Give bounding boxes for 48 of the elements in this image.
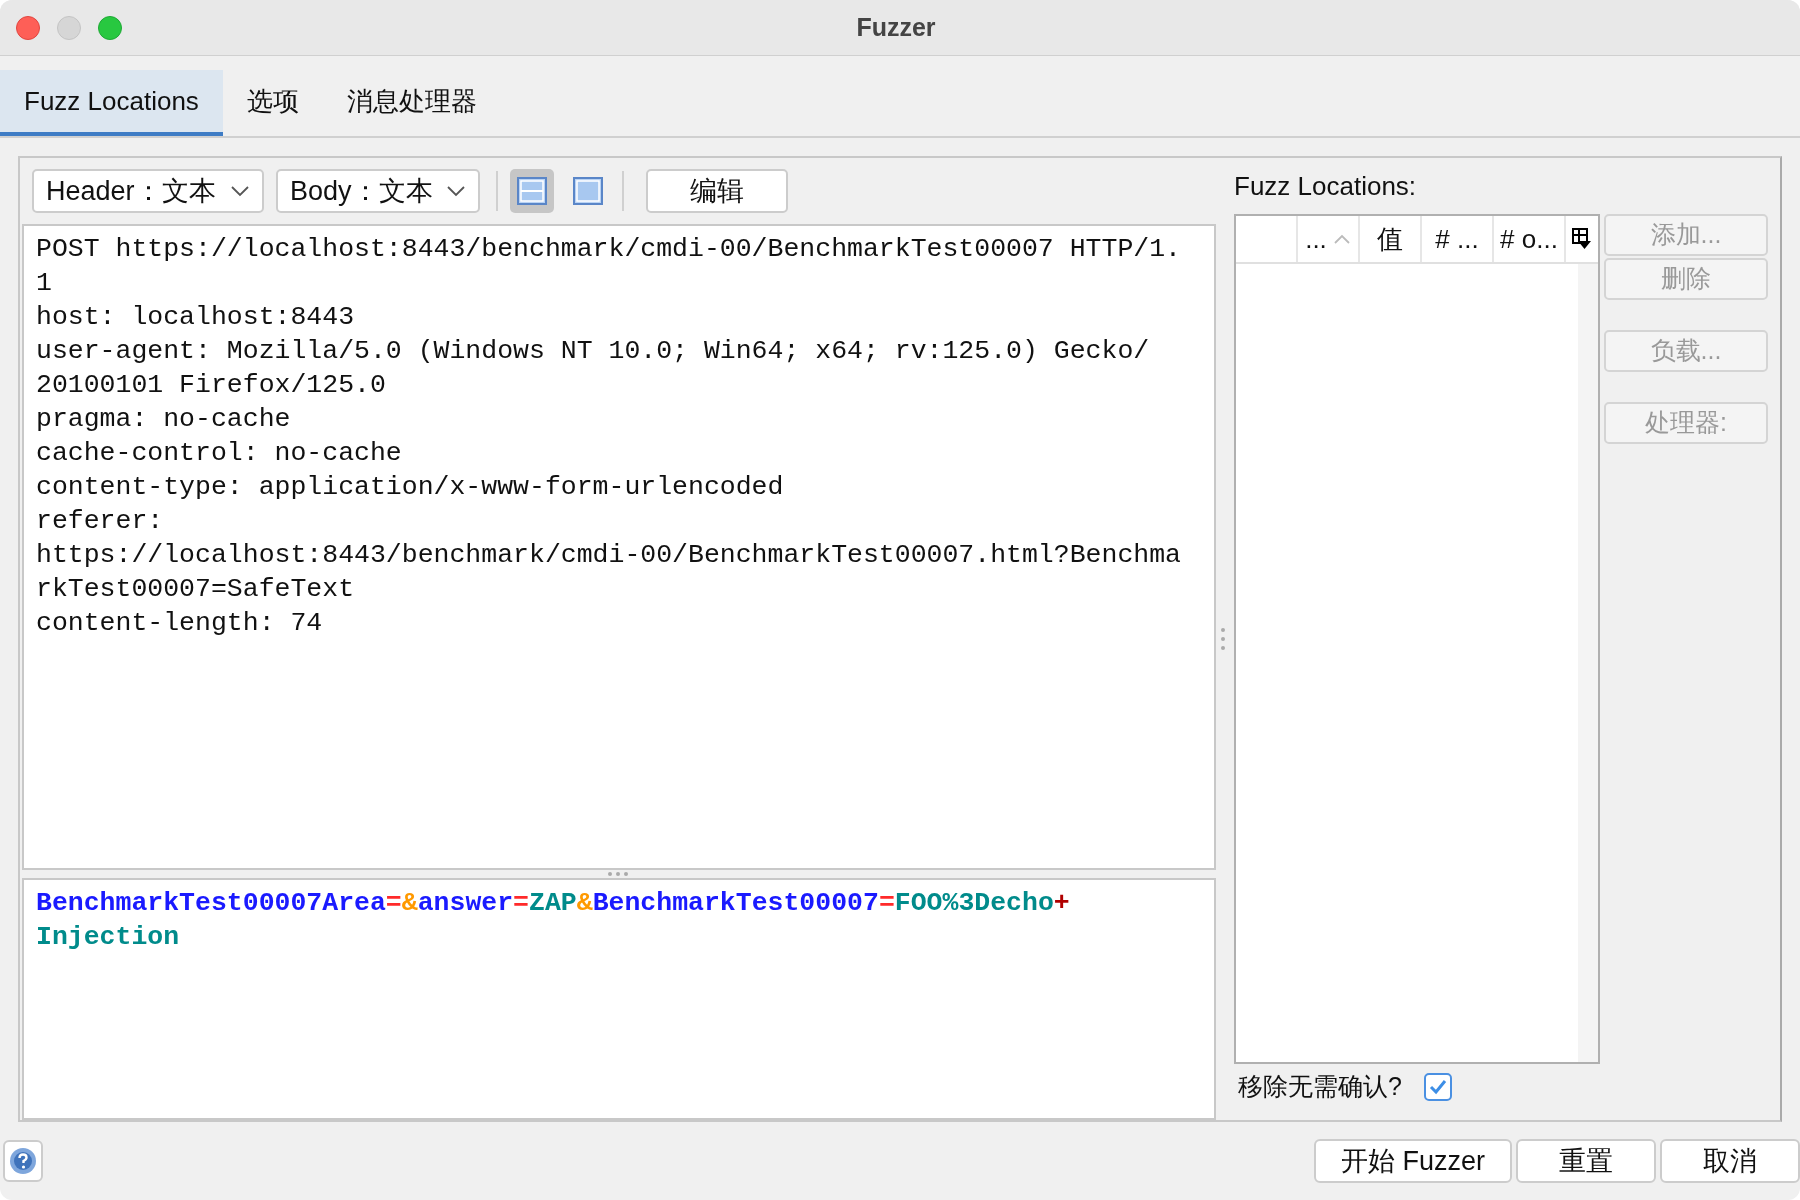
column-header[interactable]: # o... bbox=[1494, 216, 1566, 262]
help-button[interactable] bbox=[3, 1140, 43, 1182]
header-line: rkTest00007=SafeText bbox=[36, 573, 355, 606]
header-line: content-length: 74 bbox=[36, 607, 323, 640]
column-header[interactable]: ... bbox=[1298, 216, 1360, 262]
tab[interactable]: 消息处理器 bbox=[322, 70, 501, 136]
remove-confirm-label: 移除无需确认? bbox=[1238, 1071, 1402, 1103]
header-line: cache-control: no-cache bbox=[36, 437, 402, 470]
fuzz-locations-label: Fuzz Locations: bbox=[1234, 169, 1417, 203]
footer-button[interactable]: 重置 bbox=[1516, 1139, 1656, 1183]
header-line: host: localhost:8443 bbox=[36, 301, 355, 334]
tab[interactable]: Fuzz Locations bbox=[0, 70, 223, 136]
window-title: Fuzzer bbox=[856, 11, 936, 43]
checkmark-icon bbox=[1428, 1079, 1447, 1095]
footer-button[interactable]: 开始 Fuzzer bbox=[1314, 1139, 1512, 1183]
scrollbar-track[interactable] bbox=[1578, 264, 1598, 1062]
header-view-dropdown[interactable]: Header：文本 bbox=[32, 169, 264, 213]
body-editor[interactable]: BenchmarkTest00007Area=&answer=ZAP&BenchmarkTest00007=FOO%3Decho+ Injection bbox=[22, 878, 1216, 1120]
splitter-grip-icon[interactable] bbox=[606, 871, 630, 877]
header-line: referer: bbox=[36, 505, 164, 538]
help-icon bbox=[9, 1147, 37, 1175]
split-layout-icon bbox=[517, 177, 547, 205]
maximize-window-button[interactable] bbox=[98, 15, 122, 40]
column-header[interactable]: # ... bbox=[1422, 216, 1494, 262]
single-layout-icon bbox=[573, 177, 603, 205]
body-line: Injection bbox=[36, 921, 180, 954]
header-line: 1 bbox=[36, 267, 52, 300]
sort-ascending-icon bbox=[1332, 233, 1351, 245]
header-line: pragma: no-cache bbox=[36, 403, 291, 436]
header-line: POST https://localhost:8443/benchmark/cmdi-00/BenchmarkTest00007 HTTP/1. bbox=[36, 233, 1181, 266]
header-line: https://localhost:8443/benchmark/cmdi-00/BenchmarkTest00007.html?Benchma bbox=[36, 539, 1181, 572]
chevron-down-icon bbox=[230, 185, 250, 197]
tab[interactable]: 选项 bbox=[222, 70, 323, 136]
header-line: 20100101 Firefox/125.0 bbox=[36, 369, 386, 402]
splitter-grip-icon[interactable] bbox=[1220, 626, 1226, 652]
footer-button[interactable]: 取消 bbox=[1660, 1139, 1800, 1183]
chevron-down-icon bbox=[446, 185, 466, 197]
remove-confirm-checkbox[interactable] bbox=[1423, 1073, 1452, 1101]
body-line: BenchmarkTest00007Area=&answer=ZAP&BenchmarkTest00007=FOO%3Decho+ bbox=[36, 887, 1070, 920]
close-window-button[interactable] bbox=[16, 15, 40, 40]
edit-button[interactable]: 编辑 bbox=[646, 169, 788, 213]
column-picker-icon[interactable] bbox=[1572, 228, 1592, 250]
column-header[interactable]: 值 bbox=[1360, 216, 1422, 262]
header-line: user-agent: Mozilla/5.0 (Windows NT 10.0; Win64; x64; rv:125.0) Gecko/ bbox=[36, 335, 1150, 368]
header-line: content-type: application/x-www-form-urlencoded bbox=[36, 471, 784, 504]
header-editor[interactable] bbox=[22, 224, 1216, 870]
split-layout-button[interactable] bbox=[510, 169, 554, 213]
body-view-dropdown[interactable]: Body：文本 bbox=[276, 169, 480, 213]
